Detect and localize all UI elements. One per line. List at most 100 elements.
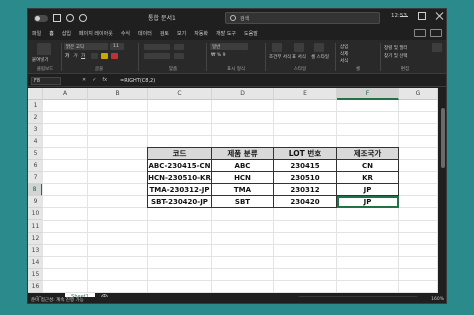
insert-function-icon[interactable]: fx bbox=[102, 77, 107, 83]
table-cell[interactable]: HCN bbox=[211, 171, 274, 185]
autosave-toggle[interactable] bbox=[34, 14, 48, 22]
menu-tab[interactable]: 파일 bbox=[32, 30, 41, 37]
row-header[interactable]: 10 bbox=[28, 208, 43, 221]
row-header[interactable]: 4 bbox=[28, 136, 43, 149]
row-header[interactable]: 13 bbox=[28, 245, 43, 257]
bold-icon[interactable]: 가 bbox=[65, 53, 69, 59]
zoom-level[interactable]: 160% bbox=[431, 297, 444, 302]
align-top-icons[interactable] bbox=[144, 44, 170, 50]
row-header[interactable]: 12 bbox=[28, 233, 43, 245]
menu-tab[interactable]: 페이지 레이아웃 bbox=[79, 30, 113, 37]
save-icon[interactable] bbox=[53, 14, 61, 22]
table-cell[interactable]: SBT-230420-JP bbox=[147, 195, 212, 209]
row-header[interactable]: 7 bbox=[28, 172, 43, 185]
row-header[interactable]: 1 bbox=[28, 100, 43, 113]
menu-tab[interactable]: 자동화 bbox=[194, 30, 208, 37]
select-all-corner[interactable] bbox=[28, 88, 43, 100]
undo-icon[interactable] bbox=[66, 14, 74, 22]
align-left-icons[interactable] bbox=[144, 53, 170, 59]
scroll-thumb[interactable] bbox=[441, 108, 445, 168]
row-header[interactable]: 9 bbox=[28, 196, 43, 209]
delete-cells-button[interactable]: 삭제 bbox=[340, 51, 348, 57]
table-cell[interactable]: KR bbox=[336, 171, 399, 185]
sort-filter-button[interactable]: 정렬 및 필터 bbox=[384, 45, 408, 51]
close-icon[interactable] bbox=[436, 12, 444, 20]
table-header-cell[interactable]: 제품 분류 bbox=[211, 147, 274, 161]
table-cell[interactable]: 230420 bbox=[273, 195, 337, 209]
find-select-button[interactable]: 찾기 및 선택 bbox=[384, 53, 408, 59]
row-header[interactable]: 11 bbox=[28, 221, 43, 233]
column-header[interactable]: D bbox=[212, 88, 274, 100]
menu-tab[interactable]: 도움말 bbox=[244, 30, 258, 37]
comment-icon[interactable] bbox=[414, 29, 426, 37]
insert-cells-button[interactable]: 삽입 bbox=[340, 44, 348, 50]
vertical-scrollbar[interactable] bbox=[438, 88, 446, 293]
table-cell[interactable]: SBT bbox=[211, 195, 274, 209]
row-header[interactable]: 14 bbox=[28, 257, 43, 269]
quick-access-toolbar bbox=[34, 13, 87, 23]
menu-tab[interactable]: 보기 bbox=[177, 30, 186, 37]
table-cell[interactable]: 230312 bbox=[273, 183, 337, 197]
fill-color-icon[interactable] bbox=[101, 53, 108, 59]
border-icon[interactable] bbox=[91, 53, 98, 59]
row-header[interactable]: 8 bbox=[28, 184, 43, 197]
column-header[interactable]: E bbox=[274, 88, 337, 100]
maximize-icon[interactable] bbox=[418, 12, 426, 20]
menu-tab[interactable]: 수식 bbox=[121, 30, 130, 37]
underline-icon[interactable]: 가 bbox=[81, 53, 85, 59]
table-cell[interactable]: CN bbox=[336, 159, 399, 173]
table-cell[interactable]: HCN-230510-KR bbox=[147, 171, 212, 185]
share-icon[interactable] bbox=[430, 29, 442, 37]
table-cell[interactable]: JP bbox=[336, 183, 399, 197]
font-color-icon[interactable] bbox=[111, 53, 118, 59]
column-header[interactable]: C bbox=[148, 88, 212, 100]
search-box[interactable]: 검색 bbox=[225, 12, 380, 24]
format-as-table-icon[interactable] bbox=[294, 43, 304, 52]
table-header-cell[interactable]: 코드 bbox=[147, 147, 212, 161]
formula-bar: F8 ✕ ✓ fx =RIGHT(C8,2) bbox=[28, 75, 446, 87]
clipboard-group-label: 클립보드 bbox=[36, 67, 54, 72]
font-name-value: 맑은 고딕 bbox=[66, 45, 84, 50]
table-cell[interactable]: JP bbox=[336, 195, 399, 209]
menu-tab[interactable]: 개발 도구 bbox=[216, 30, 236, 37]
table-cell[interactable]: ABC-230415-CN bbox=[147, 159, 212, 173]
name-box[interactable]: F8 bbox=[31, 77, 61, 85]
merge-center-icon[interactable] bbox=[174, 53, 184, 59]
column-header[interactable]: F bbox=[337, 88, 399, 100]
formula-input[interactable]: =RIGHT(C8,2) bbox=[120, 78, 155, 84]
redo-icon[interactable] bbox=[79, 14, 87, 22]
minimize-icon[interactable] bbox=[400, 12, 408, 17]
menu-tab[interactable]: 데이터 bbox=[138, 30, 152, 37]
table-header-cell[interactable]: 제조국가 bbox=[336, 147, 399, 161]
currency-icon[interactable]: ₩ % 9 bbox=[211, 53, 225, 58]
table-cell[interactable]: 230415 bbox=[273, 159, 337, 173]
menu-tab[interactable]: 삽입 bbox=[62, 30, 71, 37]
enter-icon[interactable]: ✓ bbox=[92, 77, 96, 83]
wrap-text-icon[interactable] bbox=[174, 44, 184, 50]
row-header[interactable]: 16 bbox=[28, 281, 43, 293]
cell-styles-label: 셀 스타일 bbox=[311, 55, 329, 60]
italic-icon[interactable]: 가 bbox=[73, 53, 77, 59]
row-header[interactable]: 15 bbox=[28, 269, 43, 281]
table-cell[interactable]: ABC bbox=[211, 159, 274, 173]
table-cell[interactable]: TMA bbox=[211, 183, 274, 197]
table-header-cell[interactable]: LOT 번호 bbox=[273, 147, 337, 161]
column-header[interactable]: G bbox=[399, 88, 438, 100]
row-header[interactable]: 2 bbox=[28, 112, 43, 125]
cell-styles-icon[interactable] bbox=[314, 43, 324, 52]
paste-icon[interactable] bbox=[37, 43, 51, 55]
menu-tab[interactable]: 검토 bbox=[160, 30, 169, 37]
table-cell[interactable]: TMA-230312-JP bbox=[147, 183, 212, 197]
menu-tab[interactable]: 홈 bbox=[49, 30, 54, 37]
format-cells-button[interactable]: 서식 bbox=[340, 58, 348, 64]
cells-group-label: 셀 bbox=[355, 67, 361, 72]
column-header[interactable]: A bbox=[43, 88, 88, 100]
row-header[interactable]: 6 bbox=[28, 160, 43, 173]
column-header[interactable]: B bbox=[88, 88, 148, 100]
row-header[interactable]: 5 bbox=[28, 148, 43, 161]
addins-icon[interactable] bbox=[432, 43, 442, 52]
cancel-icon[interactable]: ✕ bbox=[82, 77, 86, 83]
conditional-format-icon[interactable] bbox=[272, 43, 282, 52]
table-cell[interactable]: 230510 bbox=[273, 171, 337, 185]
row-header[interactable]: 3 bbox=[28, 124, 43, 137]
